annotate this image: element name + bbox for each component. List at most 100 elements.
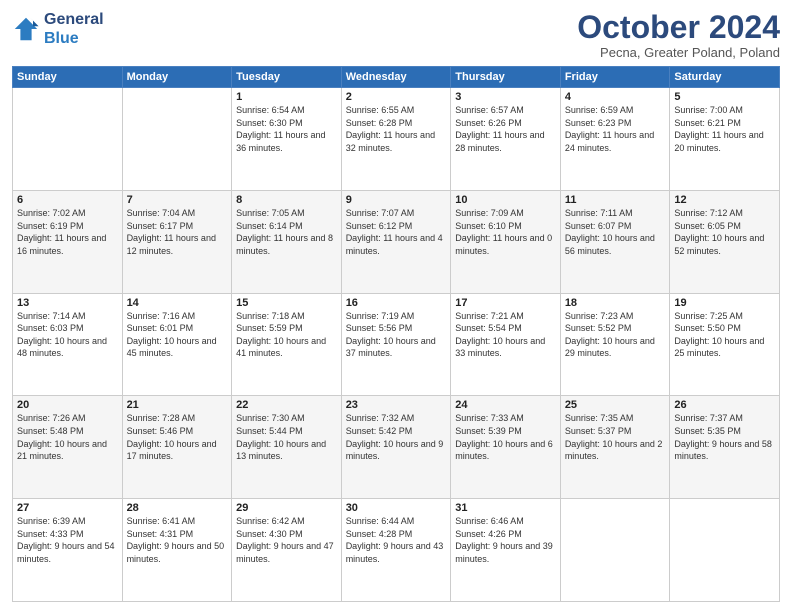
day-number: 27 bbox=[17, 502, 118, 514]
day-info: Sunrise: 7:05 AMSunset: 6:14 PMDaylight:… bbox=[236, 207, 337, 257]
calendar-week: 20Sunrise: 7:26 AMSunset: 5:48 PMDayligh… bbox=[13, 396, 780, 499]
day-info: Sunrise: 7:07 AMSunset: 6:12 PMDaylight:… bbox=[346, 207, 447, 257]
calendar-week: 13Sunrise: 7:14 AMSunset: 6:03 PMDayligh… bbox=[13, 293, 780, 396]
day-number: 13 bbox=[17, 297, 118, 309]
day-number: 1 bbox=[236, 91, 337, 103]
day-info: Sunrise: 6:46 AMSunset: 4:26 PMDaylight:… bbox=[455, 515, 556, 565]
calendar-week: 6Sunrise: 7:02 AMSunset: 6:19 PMDaylight… bbox=[13, 190, 780, 293]
day-number: 29 bbox=[236, 502, 337, 514]
header-day: Wednesday bbox=[341, 67, 451, 88]
day-info: Sunrise: 6:54 AMSunset: 6:30 PMDaylight:… bbox=[236, 104, 337, 154]
day-number: 12 bbox=[674, 194, 775, 206]
calendar-cell: 1Sunrise: 6:54 AMSunset: 6:30 PMDaylight… bbox=[232, 88, 342, 191]
calendar-cell: 16Sunrise: 7:19 AMSunset: 5:56 PMDayligh… bbox=[341, 293, 451, 396]
day-number: 4 bbox=[565, 91, 666, 103]
day-number: 10 bbox=[455, 194, 556, 206]
day-number: 18 bbox=[565, 297, 666, 309]
day-info: Sunrise: 7:37 AMSunset: 5:35 PMDaylight:… bbox=[674, 412, 775, 462]
calendar-cell: 23Sunrise: 7:32 AMSunset: 5:42 PMDayligh… bbox=[341, 396, 451, 499]
calendar-cell: 28Sunrise: 6:41 AMSunset: 4:31 PMDayligh… bbox=[122, 499, 232, 602]
calendar-cell bbox=[560, 499, 670, 602]
day-info: Sunrise: 7:09 AMSunset: 6:10 PMDaylight:… bbox=[455, 207, 556, 257]
day-number: 2 bbox=[346, 91, 447, 103]
month-title: October 2024 bbox=[577, 10, 780, 45]
calendar-cell: 2Sunrise: 6:55 AMSunset: 6:28 PMDaylight… bbox=[341, 88, 451, 191]
header-day: Friday bbox=[560, 67, 670, 88]
calendar-week: 27Sunrise: 6:39 AMSunset: 4:33 PMDayligh… bbox=[13, 499, 780, 602]
calendar-cell: 19Sunrise: 7:25 AMSunset: 5:50 PMDayligh… bbox=[670, 293, 780, 396]
calendar-cell: 5Sunrise: 7:00 AMSunset: 6:21 PMDaylight… bbox=[670, 88, 780, 191]
day-info: Sunrise: 7:21 AMSunset: 5:54 PMDaylight:… bbox=[455, 310, 556, 360]
day-info: Sunrise: 7:32 AMSunset: 5:42 PMDaylight:… bbox=[346, 412, 447, 462]
calendar-cell: 22Sunrise: 7:30 AMSunset: 5:44 PMDayligh… bbox=[232, 396, 342, 499]
header-day: Sunday bbox=[13, 67, 123, 88]
calendar-cell bbox=[670, 499, 780, 602]
logo: General Blue bbox=[12, 10, 104, 48]
day-info: Sunrise: 7:33 AMSunset: 5:39 PMDaylight:… bbox=[455, 412, 556, 462]
calendar-cell: 10Sunrise: 7:09 AMSunset: 6:10 PMDayligh… bbox=[451, 190, 561, 293]
day-info: Sunrise: 7:04 AMSunset: 6:17 PMDaylight:… bbox=[127, 207, 228, 257]
day-info: Sunrise: 7:23 AMSunset: 5:52 PMDaylight:… bbox=[565, 310, 666, 360]
calendar-week: 1Sunrise: 6:54 AMSunset: 6:30 PMDaylight… bbox=[13, 88, 780, 191]
day-number: 14 bbox=[127, 297, 228, 309]
day-number: 24 bbox=[455, 399, 556, 411]
day-number: 25 bbox=[565, 399, 666, 411]
page: General Blue October 2024 Pecna, Greater… bbox=[0, 0, 792, 612]
day-number: 26 bbox=[674, 399, 775, 411]
day-number: 23 bbox=[346, 399, 447, 411]
calendar-cell: 11Sunrise: 7:11 AMSunset: 6:07 PMDayligh… bbox=[560, 190, 670, 293]
calendar-cell: 13Sunrise: 7:14 AMSunset: 6:03 PMDayligh… bbox=[13, 293, 123, 396]
day-number: 16 bbox=[346, 297, 447, 309]
day-info: Sunrise: 6:59 AMSunset: 6:23 PMDaylight:… bbox=[565, 104, 666, 154]
day-info: Sunrise: 6:41 AMSunset: 4:31 PMDaylight:… bbox=[127, 515, 228, 565]
calendar-cell bbox=[122, 88, 232, 191]
day-info: Sunrise: 6:39 AMSunset: 4:33 PMDaylight:… bbox=[17, 515, 118, 565]
day-number: 8 bbox=[236, 194, 337, 206]
logo-line2: Blue bbox=[44, 29, 104, 48]
day-number: 17 bbox=[455, 297, 556, 309]
day-number: 5 bbox=[674, 91, 775, 103]
calendar-cell: 9Sunrise: 7:07 AMSunset: 6:12 PMDaylight… bbox=[341, 190, 451, 293]
day-info: Sunrise: 7:26 AMSunset: 5:48 PMDaylight:… bbox=[17, 412, 118, 462]
day-number: 21 bbox=[127, 399, 228, 411]
calendar-cell: 25Sunrise: 7:35 AMSunset: 5:37 PMDayligh… bbox=[560, 396, 670, 499]
calendar-table: SundayMondayTuesdayWednesdayThursdayFrid… bbox=[12, 66, 780, 602]
calendar-cell: 7Sunrise: 7:04 AMSunset: 6:17 PMDaylight… bbox=[122, 190, 232, 293]
calendar-cell: 18Sunrise: 7:23 AMSunset: 5:52 PMDayligh… bbox=[560, 293, 670, 396]
calendar-cell: 17Sunrise: 7:21 AMSunset: 5:54 PMDayligh… bbox=[451, 293, 561, 396]
day-info: Sunrise: 6:57 AMSunset: 6:26 PMDaylight:… bbox=[455, 104, 556, 154]
calendar-cell: 26Sunrise: 7:37 AMSunset: 5:35 PMDayligh… bbox=[670, 396, 780, 499]
day-info: Sunrise: 7:19 AMSunset: 5:56 PMDaylight:… bbox=[346, 310, 447, 360]
day-info: Sunrise: 6:42 AMSunset: 4:30 PMDaylight:… bbox=[236, 515, 337, 565]
day-info: Sunrise: 7:16 AMSunset: 6:01 PMDaylight:… bbox=[127, 310, 228, 360]
day-info: Sunrise: 7:12 AMSunset: 6:05 PMDaylight:… bbox=[674, 207, 775, 257]
day-number: 11 bbox=[565, 194, 666, 206]
calendar-cell: 15Sunrise: 7:18 AMSunset: 5:59 PMDayligh… bbox=[232, 293, 342, 396]
day-info: Sunrise: 7:30 AMSunset: 5:44 PMDaylight:… bbox=[236, 412, 337, 462]
day-number: 20 bbox=[17, 399, 118, 411]
day-info: Sunrise: 7:14 AMSunset: 6:03 PMDaylight:… bbox=[17, 310, 118, 360]
day-info: Sunrise: 7:18 AMSunset: 5:59 PMDaylight:… bbox=[236, 310, 337, 360]
day-number: 28 bbox=[127, 502, 228, 514]
calendar-cell: 3Sunrise: 6:57 AMSunset: 6:26 PMDaylight… bbox=[451, 88, 561, 191]
day-info: Sunrise: 7:28 AMSunset: 5:46 PMDaylight:… bbox=[127, 412, 228, 462]
day-info: Sunrise: 6:55 AMSunset: 6:28 PMDaylight:… bbox=[346, 104, 447, 154]
day-info: Sunrise: 7:00 AMSunset: 6:21 PMDaylight:… bbox=[674, 104, 775, 154]
day-number: 19 bbox=[674, 297, 775, 309]
day-number: 3 bbox=[455, 91, 556, 103]
calendar-cell: 30Sunrise: 6:44 AMSunset: 4:28 PMDayligh… bbox=[341, 499, 451, 602]
day-info: Sunrise: 7:25 AMSunset: 5:50 PMDaylight:… bbox=[674, 310, 775, 360]
calendar-cell: 29Sunrise: 6:42 AMSunset: 4:30 PMDayligh… bbox=[232, 499, 342, 602]
calendar-cell: 6Sunrise: 7:02 AMSunset: 6:19 PMDaylight… bbox=[13, 190, 123, 293]
calendar-cell bbox=[13, 88, 123, 191]
header: General Blue October 2024 Pecna, Greater… bbox=[12, 10, 780, 60]
day-number: 22 bbox=[236, 399, 337, 411]
calendar-cell: 24Sunrise: 7:33 AMSunset: 5:39 PMDayligh… bbox=[451, 396, 561, 499]
day-number: 7 bbox=[127, 194, 228, 206]
day-info: Sunrise: 7:02 AMSunset: 6:19 PMDaylight:… bbox=[17, 207, 118, 257]
calendar-cell: 4Sunrise: 6:59 AMSunset: 6:23 PMDaylight… bbox=[560, 88, 670, 191]
header-day: Thursday bbox=[451, 67, 561, 88]
day-info: Sunrise: 6:44 AMSunset: 4:28 PMDaylight:… bbox=[346, 515, 447, 565]
logo-icon bbox=[12, 15, 40, 43]
title-block: October 2024 Pecna, Greater Poland, Pola… bbox=[577, 10, 780, 60]
